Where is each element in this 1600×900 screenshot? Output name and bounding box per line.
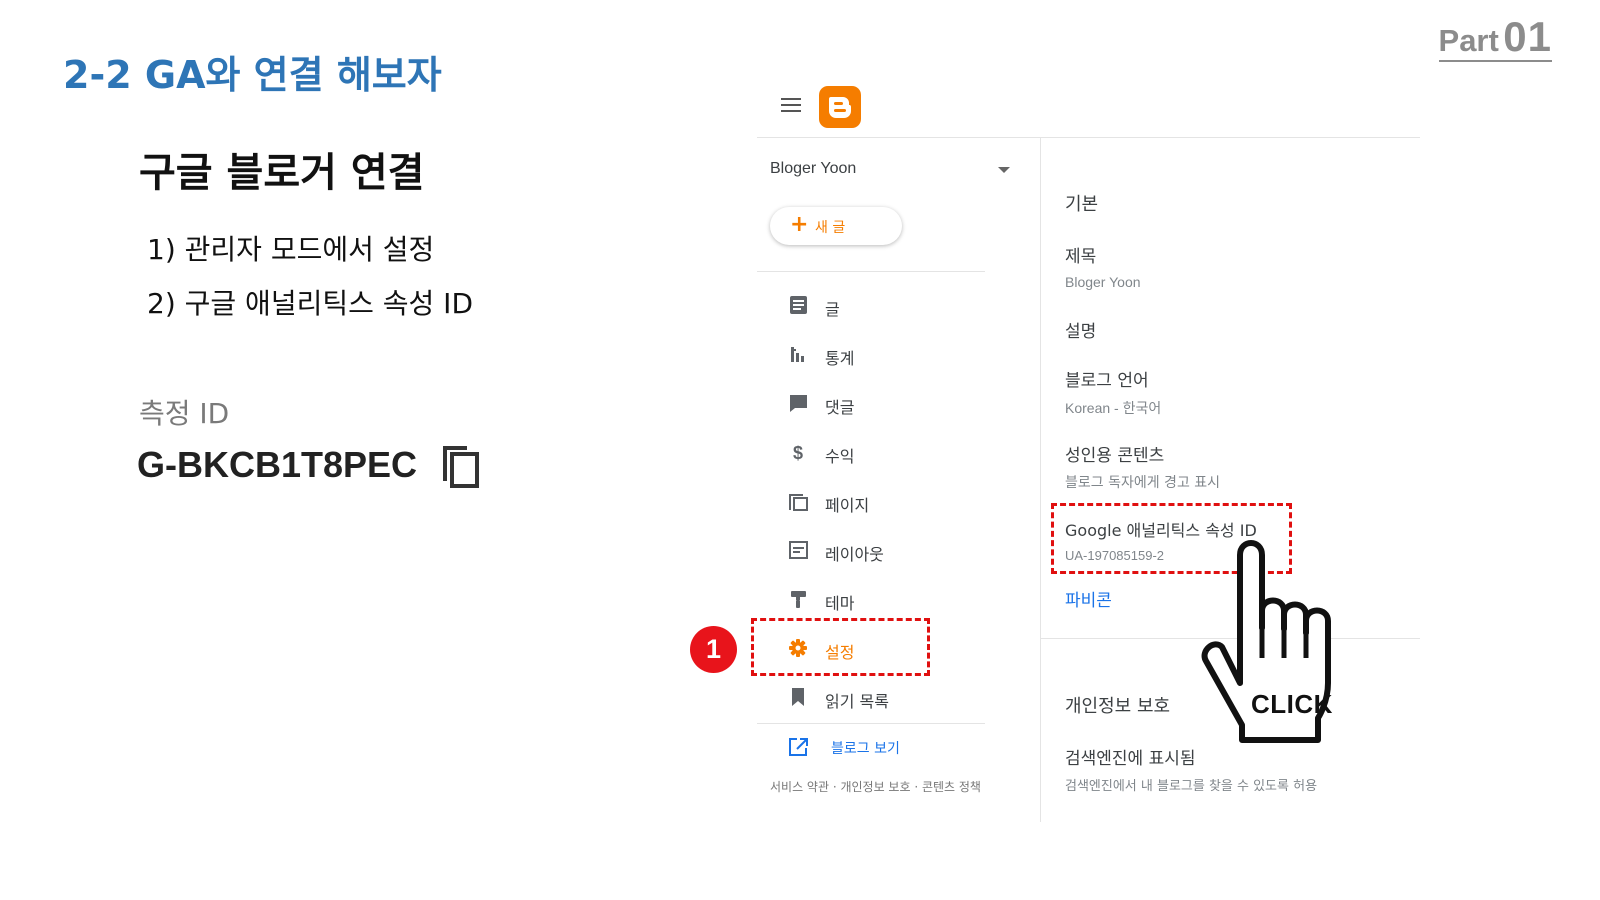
setting-language-label[interactable]: 블로그 언어: [1065, 366, 1149, 391]
setting-language-value: Korean - 한국어: [1065, 400, 1162, 416]
sidebar-item-label: 글: [825, 300, 840, 319]
settings-section-basic: 기본: [1065, 194, 1099, 215]
step-2-text: 2) 구글 애널리틱스 속성 ID: [147, 287, 473, 320]
sidebar-item-label: 테마: [825, 594, 855, 613]
setting-favicon-link[interactable]: 파비콘: [1065, 586, 1112, 611]
setting-search-visible-value: 검색엔진에서 내 블로그를 찾을 수 있도록 허용: [1065, 779, 1318, 794]
topbar-divider: [757, 137, 1420, 138]
sidebar-item-stats[interactable]: 통계: [785, 337, 985, 371]
part-number: 01: [1503, 13, 1552, 60]
view-blog-link[interactable]: 블로그 보기: [785, 730, 985, 764]
sidebar-divider: [757, 271, 985, 272]
pages-icon: [789, 494, 808, 511]
earnings-icon: $: [793, 443, 803, 462]
sidebar-item-theme[interactable]: 테마: [785, 582, 985, 616]
bookmark-icon: [792, 688, 804, 706]
step-number-badge: 1: [690, 626, 737, 673]
sidebar-item-comments[interactable]: 댓글: [785, 386, 985, 420]
open-external-icon: [789, 738, 808, 756]
view-blog-label: 블로그 보기: [831, 741, 900, 757]
sidebar-item-label: 페이지: [825, 496, 870, 515]
setting-description-label[interactable]: 설명: [1065, 317, 1096, 342]
sidebar-item-label: 레이아웃: [825, 545, 884, 564]
comments-icon: [790, 395, 807, 412]
settings-section-privacy: 개인정보 보호: [1065, 696, 1171, 717]
copy-icon[interactable]: [440, 441, 480, 489]
setting-adult-content-value: 블로그 독자에게 경고 표시: [1065, 475, 1221, 491]
panel-divider: [1040, 138, 1041, 822]
setting-title-value: Bloger Yoon: [1065, 274, 1141, 290]
stats-icon: [791, 347, 804, 362]
sidebar-item-label: 댓글: [825, 398, 855, 417]
sidebar-item-earnings[interactable]: $ 수익: [785, 435, 985, 469]
dropdown-arrow-icon: [998, 167, 1010, 173]
sidebar-item-reading-list[interactable]: 읽기 목록: [785, 680, 985, 714]
measurement-id-value: G-BKCB1T8PEC: [137, 444, 418, 485]
sidebar-divider: [757, 723, 985, 724]
sidebar-item-layout[interactable]: 레이아웃: [785, 533, 985, 567]
part-word: Part: [1438, 23, 1499, 58]
layout-icon: [789, 541, 808, 559]
measurement-id-label: 측정 ID: [139, 397, 230, 430]
new-post-button[interactable]: + 새 글: [770, 207, 902, 245]
footer-links[interactable]: 서비스 약관 · 개인정보 보호 · 콘텐츠 정책: [770, 778, 981, 795]
setting-title-label[interactable]: 제목: [1065, 242, 1096, 267]
blogger-logo-icon[interactable]: [819, 86, 861, 128]
hamburger-menu-icon[interactable]: [780, 96, 802, 114]
part-label: Part 01: [1438, 13, 1552, 62]
plus-icon: +: [790, 212, 809, 237]
sidebar-item-posts[interactable]: 글: [785, 288, 985, 322]
svg-text:$: $: [793, 443, 803, 462]
step-1-text: 1) 관리자 모드에서 설정: [147, 233, 435, 266]
sidebar-item-label: 수익: [825, 447, 855, 466]
posts-icon: [790, 296, 807, 314]
slide-title: 2-2 GA와 연결 해보자: [63, 53, 442, 97]
theme-icon: [791, 591, 806, 608]
sidebar-item-pages[interactable]: 페이지: [785, 484, 985, 518]
settings-highlight-box: [751, 618, 930, 676]
sidebar-item-label: 통계: [825, 349, 855, 368]
new-post-label: 새 글: [815, 220, 846, 236]
setting-search-visible-label[interactable]: 검색엔진에 표시됨: [1065, 744, 1196, 769]
blog-selector-dropdown[interactable]: Bloger Yoon: [770, 158, 1014, 184]
setting-adult-content-label[interactable]: 성인용 콘텐츠: [1065, 441, 1164, 466]
sidebar-item-label: 읽기 목록: [825, 692, 889, 711]
click-label: CLICK: [1251, 689, 1333, 719]
section-heading: 구글 블로거 연결: [139, 150, 425, 196]
blog-name: Bloger Yoon: [770, 160, 857, 177]
